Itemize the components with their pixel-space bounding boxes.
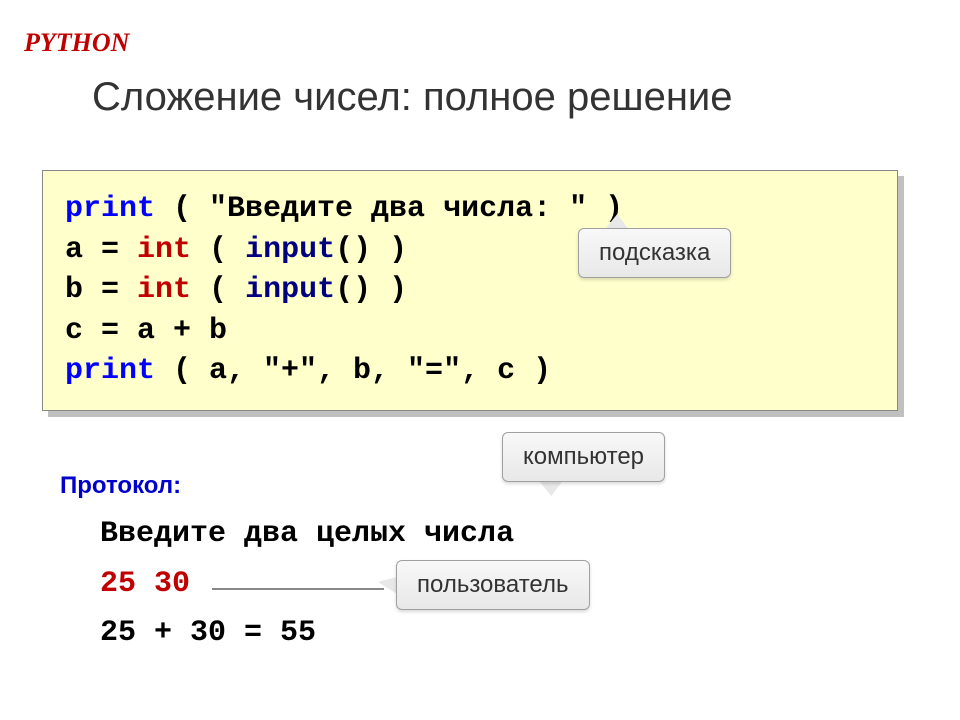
code-line: print ( "Введите два числа: " )	[65, 189, 875, 230]
callout-hint: подсказка	[578, 228, 731, 278]
code-line: c = a + b	[65, 311, 875, 352]
code-line: b = int ( input() )	[65, 270, 875, 311]
code-text: () )	[335, 233, 407, 267]
code-text: (	[191, 273, 245, 307]
protocol-label: Протокол:	[60, 472, 181, 500]
code-block: print ( "Введите два числа: " ) a = int …	[42, 170, 898, 411]
python-label: PYTHON	[24, 28, 129, 58]
keyword-print: print	[65, 192, 155, 226]
keyword-input: input	[245, 273, 335, 307]
code-text: b	[65, 273, 83, 307]
code-text: (	[191, 233, 245, 267]
code-text: ( "Введите два числа: " )	[155, 192, 623, 226]
keyword-input: input	[245, 233, 335, 267]
protocol-line: 25 + 30 = 55	[100, 609, 514, 659]
code-text: a	[65, 233, 83, 267]
keyword-int: int	[137, 233, 191, 267]
code-text: =	[83, 273, 137, 307]
code-line: a = int ( input() )	[65, 230, 875, 271]
callout-user: пользователь	[396, 560, 590, 610]
keyword-print: print	[65, 354, 155, 388]
code-line: print ( a, "+", b, "=", c )	[65, 351, 875, 392]
keyword-int: int	[137, 273, 191, 307]
callout-computer: компьютер	[502, 432, 665, 482]
protocol-line: Введите два целых числа	[100, 510, 514, 560]
code-text: =	[83, 233, 137, 267]
connector-line	[212, 588, 384, 590]
code-text: c = a + b	[65, 314, 227, 348]
code-text: ( a, "+", b, "=", c )	[155, 354, 551, 388]
slide-title: Сложение чисел: полное решение	[92, 75, 733, 120]
code-text: () )	[335, 273, 407, 307]
